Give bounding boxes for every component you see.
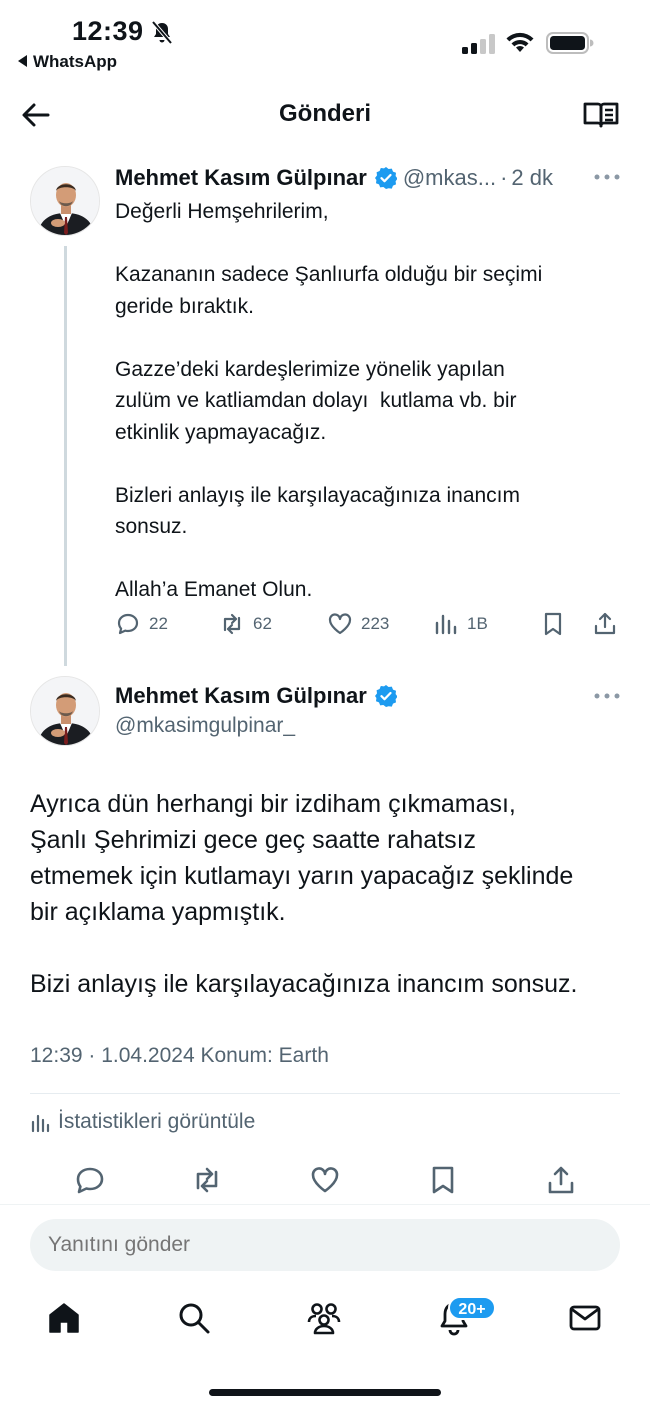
avatar[interactable] xyxy=(30,166,100,236)
wifi-icon xyxy=(506,32,534,52)
communities-icon[interactable] xyxy=(306,1300,342,1336)
tweet-header: Mehmet Kasım Gülpınar xyxy=(115,680,403,712)
reply-input[interactable] xyxy=(30,1219,620,1271)
views-chart-icon xyxy=(435,614,457,635)
verified-badge-icon xyxy=(374,167,397,189)
reply-icon[interactable] xyxy=(74,1164,106,1196)
repost-icon[interactable] xyxy=(191,1164,223,1196)
reply-count: 22 xyxy=(149,614,168,633)
more-options-icon[interactable] xyxy=(594,172,620,182)
back-to-app-link[interactable]: WhatsApp xyxy=(18,52,117,72)
page-title: Gönderi xyxy=(278,100,371,127)
status-time: 12:39 xyxy=(72,16,144,46)
view-stats-label: İstatistikleri görüntüle xyxy=(58,1110,256,1133)
bookmark-button[interactable] xyxy=(540,606,574,642)
home-icon[interactable] xyxy=(46,1300,82,1336)
stats-icon xyxy=(31,1114,50,1133)
author-handle[interactable]: @mkasimgulpinar_ xyxy=(115,714,295,738)
separator-dot: · xyxy=(500,165,508,190)
verified-badge-icon xyxy=(374,685,397,707)
tweet-action-bar: 22 62 223 1B xyxy=(115,606,625,642)
search-icon[interactable] xyxy=(176,1300,212,1336)
notifications-badge: 20+ xyxy=(448,1296,496,1320)
reply-icon xyxy=(117,613,139,635)
thread-line xyxy=(64,246,67,666)
author-name[interactable]: Mehmet Kasım Gülpınar xyxy=(115,165,367,191)
avatar-image xyxy=(31,167,99,235)
bookmark-icon[interactable] xyxy=(427,1164,459,1196)
views-button[interactable]: 1B xyxy=(433,606,488,642)
avatar-image xyxy=(31,677,99,745)
repost-button[interactable]: 62 xyxy=(219,606,272,642)
avatar[interactable] xyxy=(30,676,100,746)
tweet-timestamp: 12:39 · 1.04.2024 Konum: Earth xyxy=(30,1044,329,1067)
tweet-header: Mehmet Kasım Gülpınar @mkas... · 2 dk xyxy=(115,162,553,194)
bottom-tab-bar xyxy=(0,1288,650,1358)
signal-icon xyxy=(462,34,495,54)
divider xyxy=(30,1093,620,1094)
share-icon[interactable] xyxy=(545,1164,577,1196)
author-handle[interactable]: @mkas... xyxy=(403,165,496,191)
home-indicator xyxy=(209,1389,441,1396)
bookmark-icon xyxy=(544,612,562,636)
heart-icon[interactable] xyxy=(309,1164,341,1196)
main-action-bar xyxy=(0,1160,650,1204)
share-icon xyxy=(594,612,616,635)
heart-icon xyxy=(328,613,352,635)
back-app-label: WhatsApp xyxy=(33,52,118,71)
author-name[interactable]: Mehmet Kasım Gülpınar xyxy=(115,683,367,709)
reply-bar xyxy=(0,1204,650,1284)
tweet-text: Değerli Hemşehrilerim, Kazananın sadece … xyxy=(115,200,543,601)
status-bar: 12:39 WhatsApp xyxy=(0,0,650,80)
tweet-age[interactable]: 2 dk xyxy=(511,165,553,191)
share-button[interactable] xyxy=(592,606,626,642)
repost-icon xyxy=(223,613,241,635)
reader-mode-icon[interactable] xyxy=(582,100,620,130)
tweet-text: Ayrıca dün herhangi bir izdiham çıkmamas… xyxy=(30,790,578,998)
like-count: 223 xyxy=(361,614,390,633)
messages-icon[interactable] xyxy=(567,1300,603,1336)
view-stats-link[interactable]: İstatistikleri görüntüle xyxy=(30,1110,255,1134)
like-button[interactable]: 223 xyxy=(327,606,389,642)
bell-slash-icon xyxy=(151,20,173,45)
reply-button[interactable]: 22 xyxy=(115,606,168,642)
more-options-icon[interactable] xyxy=(594,691,620,701)
views-count: 1B xyxy=(467,614,488,633)
repost-count: 62 xyxy=(253,614,272,633)
battery-icon xyxy=(546,32,594,54)
top-header: Gönderi xyxy=(0,88,650,144)
